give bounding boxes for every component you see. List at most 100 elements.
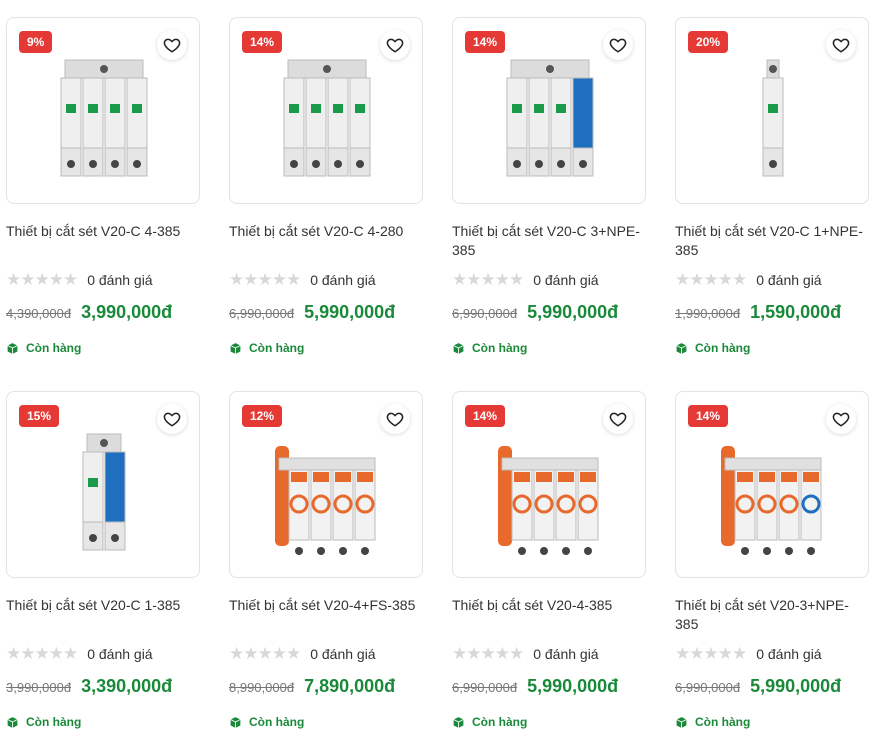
- stock-status: Còn hàng: [6, 715, 81, 729]
- stock-status: Còn hàng: [452, 715, 527, 729]
- rating-count: 0 đánh giá: [310, 646, 376, 662]
- rating-count: 0 đánh giá: [87, 646, 153, 662]
- wishlist-button[interactable]: [157, 30, 187, 60]
- wishlist-button[interactable]: [157, 404, 187, 434]
- price-block: 3,990,000đ 3,390,000đ: [6, 676, 172, 697]
- surge-protector-grey-4pole-icon[interactable]: [37, 32, 171, 194]
- stock-label: Còn hàng: [695, 341, 751, 355]
- product-rating: ★★★★★ 0 đánh giá: [229, 644, 376, 664]
- stock-label: Còn hàng: [472, 715, 528, 729]
- box-icon: [230, 716, 241, 728]
- rating-stars-icon: ★★★★★: [452, 270, 524, 290]
- wishlist-button[interactable]: [380, 30, 410, 60]
- wishlist-button[interactable]: [826, 404, 856, 434]
- discount-badge: 14%: [242, 31, 283, 53]
- stock-label: Còn hàng: [249, 341, 305, 355]
- product-title[interactable]: Thiết bị cắt sét V20-4+FS-385: [229, 596, 419, 615]
- product-image-box[interactable]: 9%: [6, 17, 200, 204]
- wishlist-button[interactable]: [380, 404, 410, 434]
- rating-stars-icon: ★★★★★: [675, 644, 747, 664]
- old-price: 6,990,000đ: [452, 680, 518, 695]
- stock-label: Còn hàng: [249, 715, 305, 729]
- surge-protector-grey-1pole-icon[interactable]: [706, 32, 840, 194]
- rating-stars-icon: ★★★★★: [675, 270, 747, 290]
- product-rating: ★★★★★ 0 đánh giá: [6, 644, 153, 664]
- sale-price: 5,990,000đ: [527, 302, 619, 322]
- discount-badge: 12%: [242, 405, 283, 427]
- rating-count: 0 đánh giá: [533, 646, 599, 662]
- old-price: 6,990,000đ: [229, 306, 295, 321]
- heart-icon: [832, 412, 850, 427]
- surge-protector-orange-3pole-blue-icon[interactable]: [706, 406, 840, 568]
- box-icon: [453, 342, 464, 354]
- surge-protector-orange-4pole-icon[interactable]: [260, 406, 394, 568]
- heart-icon: [609, 412, 627, 427]
- stock-status: Còn hàng: [452, 341, 527, 355]
- surge-protector-grey-1pole-blue-icon[interactable]: [37, 406, 171, 568]
- price-block: 6,990,000đ 5,990,000đ: [452, 676, 618, 697]
- rating-stars-icon: ★★★★★: [6, 270, 78, 290]
- price-block: 1,990,000đ 1,590,000đ: [675, 302, 841, 323]
- rating-count: 0 đánh giá: [87, 272, 153, 288]
- product-image-box[interactable]: 20%: [675, 17, 869, 204]
- old-price: 3,990,000đ: [6, 680, 72, 695]
- product-image-box[interactable]: 14%: [675, 391, 869, 578]
- rating-count: 0 đánh giá: [756, 646, 822, 662]
- product-image-box[interactable]: 14%: [452, 391, 646, 578]
- stock-label: Còn hàng: [26, 715, 82, 729]
- stock-status: Còn hàng: [675, 715, 750, 729]
- surge-protector-grey-4pole-icon[interactable]: [260, 32, 394, 194]
- product-image-box[interactable]: 14%: [229, 17, 423, 204]
- heart-icon: [609, 38, 627, 53]
- discount-badge: 14%: [688, 405, 729, 427]
- price-block: 6,990,000đ 5,990,000đ: [675, 676, 841, 697]
- product-title[interactable]: Thiết bị cắt sét V20-C 1+NPE-385: [675, 222, 865, 260]
- discount-badge: 15%: [19, 405, 60, 427]
- rating-stars-icon: ★★★★★: [229, 270, 301, 290]
- product-rating: ★★★★★ 0 đánh giá: [452, 644, 599, 664]
- product-rating: ★★★★★ 0 đánh giá: [452, 270, 599, 290]
- box-icon: [7, 342, 18, 354]
- old-price: 4,390,000đ: [6, 306, 72, 321]
- product-title[interactable]: Thiết bị cắt sét V20-C 4-385: [6, 222, 196, 241]
- old-price: 6,990,000đ: [452, 306, 518, 321]
- price-block: 8,990,000đ 7,890,000đ: [229, 676, 395, 697]
- product-rating: ★★★★★ 0 đánh giá: [675, 644, 822, 664]
- heart-icon: [386, 412, 404, 427]
- product-image-box[interactable]: 14%: [452, 17, 646, 204]
- product-title[interactable]: Thiết bị cắt sét V20-4-385: [452, 596, 642, 615]
- box-icon: [7, 716, 18, 728]
- stock-status: Còn hàng: [6, 341, 81, 355]
- wishlist-button[interactable]: [603, 404, 633, 434]
- product-image-box[interactable]: 15%: [6, 391, 200, 578]
- stock-status: Còn hàng: [675, 341, 750, 355]
- wishlist-button[interactable]: [603, 30, 633, 60]
- box-icon: [676, 342, 687, 354]
- surge-protector-grey-3pole-blue-icon[interactable]: [483, 32, 617, 194]
- rating-count: 0 đánh giá: [756, 272, 822, 288]
- box-icon: [676, 716, 687, 728]
- rating-count: 0 đánh giá: [533, 272, 599, 288]
- box-icon: [230, 342, 241, 354]
- product-grid: 9% Thiết bị cắt sét V20-C 4-385 ★★★★★ 0 …: [0, 0, 875, 753]
- stock-status: Còn hàng: [229, 715, 304, 729]
- product-title[interactable]: Thiết bị cắt sét V20-C 3+NPE-385: [452, 222, 642, 260]
- product-image-box[interactable]: 12%: [229, 391, 423, 578]
- discount-badge: 14%: [465, 31, 506, 53]
- sale-price: 3,390,000đ: [81, 676, 173, 696]
- stock-label: Còn hàng: [472, 341, 528, 355]
- product-title[interactable]: Thiết bị cắt sét V20-C 4-280: [229, 222, 419, 241]
- surge-protector-orange-4pole-icon[interactable]: [483, 406, 617, 568]
- stock-label: Còn hàng: [26, 341, 82, 355]
- sale-price: 7,890,000đ: [304, 676, 396, 696]
- product-title[interactable]: Thiết bị cắt sét V20-C 1-385: [6, 596, 196, 615]
- price-block: 4,390,000đ 3,990,000đ: [6, 302, 172, 323]
- heart-icon: [163, 38, 181, 53]
- wishlist-button[interactable]: [826, 30, 856, 60]
- sale-price: 1,590,000đ: [750, 302, 842, 322]
- rating-stars-icon: ★★★★★: [229, 644, 301, 664]
- discount-badge: 20%: [688, 31, 729, 53]
- rating-count: 0 đánh giá: [310, 272, 376, 288]
- product-rating: ★★★★★ 0 đánh giá: [675, 270, 822, 290]
- product-title[interactable]: Thiết bị cắt sét V20-3+NPE-385: [675, 596, 865, 634]
